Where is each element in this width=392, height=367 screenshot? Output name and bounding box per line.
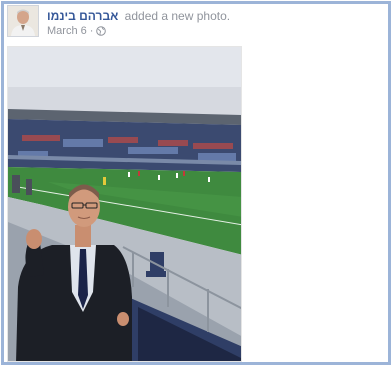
post-card: אברהם בינמו added a new photo. March 6 ·	[1, 1, 391, 365]
post-date-link[interactable]: March 6	[47, 25, 87, 37]
post-header: אברהם בינמו added a new photo. March 6 ·	[7, 5, 387, 39]
avatar-icon	[8, 6, 38, 36]
post-meta: March 6 ·	[47, 25, 107, 37]
avatar[interactable]	[7, 5, 39, 37]
post-photo[interactable]	[7, 46, 242, 362]
action-text: added a new photo.	[124, 9, 231, 23]
globe-icon[interactable]	[96, 26, 107, 36]
author-line: אברהם בינמו added a new photo.	[47, 9, 230, 23]
photo-stadium-man	[8, 47, 241, 361]
meta-separator: ·	[89, 25, 94, 37]
author-name-link[interactable]: אברהם בינמו	[47, 9, 118, 23]
